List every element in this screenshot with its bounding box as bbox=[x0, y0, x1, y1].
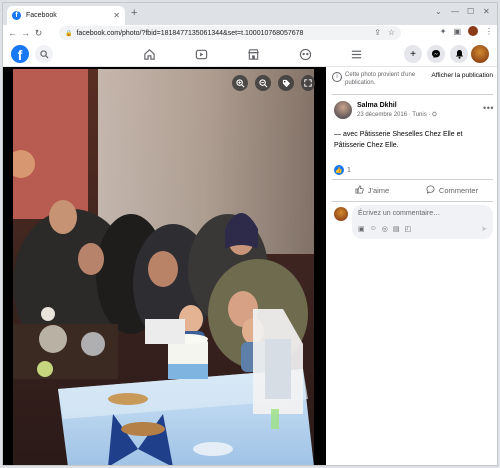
post-details-panel: i Cette photo provient d'une publication… bbox=[326, 67, 497, 465]
browser-tab[interactable]: f Facebook ✕ bbox=[7, 6, 125, 25]
show-post-link[interactable]: Afficher la publication bbox=[431, 72, 493, 79]
account-avatar[interactable] bbox=[471, 45, 489, 63]
post-author: Salma Dkhil 23 décembre 2016 · Tunis · ⛭… bbox=[334, 101, 494, 121]
author-name[interactable]: Salma Dkhil bbox=[357, 102, 397, 109]
divider bbox=[332, 94, 493, 95]
reactions-summary[interactable]: 👍 1 bbox=[334, 165, 351, 175]
photo-viewer bbox=[3, 67, 326, 465]
minimize-icon[interactable]: — bbox=[451, 7, 459, 16]
gif-icon[interactable]: ▤ bbox=[393, 225, 400, 233]
tab-strip: f Facebook ✕ + ⌄ — ☐ ✕ bbox=[3, 3, 497, 25]
fullscreen-icon[interactable] bbox=[301, 75, 315, 91]
notice-text: Cette photo provient d'une publication. bbox=[345, 72, 416, 86]
groups-icon[interactable] bbox=[298, 47, 312, 61]
like-reaction-icon: 👍 bbox=[334, 165, 344, 175]
comment-bubble-icon bbox=[426, 184, 435, 196]
audience-icon: ⛭ bbox=[432, 112, 437, 118]
browser-toolbar: ← → ↻ 🔒 facebook.com/photo/?fbid=1818477… bbox=[3, 25, 497, 41]
author-avatar[interactable] bbox=[334, 101, 352, 119]
marketplace-icon[interactable] bbox=[246, 47, 260, 61]
comment-composer: Écrivez un commentaire… ▣ ☺ ◎ ▤ ◰ ➤ bbox=[334, 205, 494, 239]
emoji-icon[interactable]: ☺ bbox=[370, 225, 377, 233]
zoom-in-icon[interactable] bbox=[232, 75, 248, 91]
like-button[interactable]: J'aime bbox=[332, 181, 412, 199]
info-icon: i bbox=[332, 72, 342, 82]
tab-title: Facebook bbox=[26, 12, 57, 19]
caption-suffix: . bbox=[396, 142, 399, 149]
facebook-favicon-icon: f bbox=[12, 11, 21, 20]
browser-menu-icon[interactable]: ⋮ bbox=[485, 27, 493, 36]
back-arrow-icon[interactable]: ← bbox=[6, 28, 19, 38]
browser-window: f Facebook ✕ + ⌄ — ☐ ✕ ← → ↻ 🔒 facebook.… bbox=[2, 2, 498, 466]
divider bbox=[332, 201, 493, 202]
divider bbox=[332, 179, 493, 180]
sticker-icon[interactable]: ◰ bbox=[405, 225, 412, 233]
current-user-avatar[interactable] bbox=[334, 207, 348, 221]
url-text: facebook.com/photo/?fbid=181847713506134… bbox=[76, 29, 304, 37]
like-count: 1 bbox=[347, 166, 351, 174]
camera-icon[interactable]: ◎ bbox=[382, 225, 388, 233]
zoom-out-icon[interactable] bbox=[255, 75, 271, 91]
notifications-bell-icon[interactable] bbox=[450, 45, 468, 63]
photo-image bbox=[13, 69, 314, 465]
comment-placeholder: Écrivez un commentaire… bbox=[358, 210, 441, 217]
search-icon[interactable] bbox=[35, 45, 53, 63]
comment-button[interactable]: Commenter bbox=[412, 181, 492, 199]
like-label: J'aime bbox=[367, 185, 390, 195]
close-tab-icon[interactable]: ✕ bbox=[113, 11, 120, 20]
caption-mid: et bbox=[454, 131, 463, 138]
maximize-icon[interactable]: ☐ bbox=[467, 7, 474, 16]
caption-prefix: — avec bbox=[334, 131, 360, 138]
tagged-page-1[interactable]: Pâtisserie Sheselles Chez Elle bbox=[360, 131, 455, 138]
menu-icon[interactable] bbox=[349, 47, 363, 61]
composer-tools: ▣ ☺ ◎ ▤ ◰ bbox=[358, 225, 411, 233]
messenger-icon[interactable] bbox=[427, 45, 445, 63]
thumbs-up-icon bbox=[355, 184, 364, 196]
lock-icon[interactable]: 🔒 bbox=[65, 30, 72, 37]
side-panel-icon[interactable]: ▣ bbox=[453, 27, 461, 36]
avatar-sticker-icon[interactable]: ▣ bbox=[358, 225, 365, 233]
address-bar[interactable]: 🔒 facebook.com/photo/?fbid=1818477135061… bbox=[59, 26, 401, 40]
chevron-down-icon[interactable]: ⌄ bbox=[435, 7, 442, 16]
home-icon[interactable] bbox=[142, 47, 156, 61]
post-meta: 23 décembre 2016 · Tunis · ⛭ bbox=[357, 112, 437, 119]
post-photo bbox=[13, 69, 314, 465]
share-icon[interactable]: ⇪ bbox=[374, 28, 381, 37]
post-actions: J'aime Commenter bbox=[332, 181, 492, 199]
photo-source-notice: i Cette photo provient d'une publication… bbox=[326, 71, 497, 91]
more-options-icon[interactable]: ••• bbox=[483, 103, 494, 113]
video-icon[interactable] bbox=[194, 47, 208, 61]
browser-toolbar-right: ✦ ▣ ⋮ bbox=[440, 26, 493, 36]
facebook-navbar: f + bbox=[3, 41, 497, 67]
tag-icon[interactable] bbox=[278, 75, 294, 91]
forward-arrow-icon[interactable]: → bbox=[19, 28, 32, 38]
comment-label: Commenter bbox=[438, 185, 479, 195]
reload-icon[interactable]: ↻ bbox=[32, 28, 45, 39]
create-plus-icon[interactable]: + bbox=[404, 45, 422, 63]
tagged-page-2[interactable]: Pâtisserie Chez Elle bbox=[334, 142, 397, 149]
extensions-puzzle-icon[interactable]: ✦ bbox=[440, 27, 447, 36]
bookmark-star-icon[interactable]: ☆ bbox=[388, 28, 395, 37]
close-window-icon[interactable]: ✕ bbox=[483, 7, 490, 16]
send-icon[interactable]: ➤ bbox=[481, 225, 487, 233]
facebook-logo-icon[interactable]: f bbox=[11, 45, 29, 63]
browser-profile-avatar[interactable] bbox=[468, 26, 478, 36]
new-tab-button[interactable]: + bbox=[131, 7, 137, 19]
post-date[interactable]: 23 décembre 2016 · Tunis · bbox=[357, 112, 430, 118]
post-caption: — avec Pâtisserie Sheselles Chez Elle et… bbox=[334, 129, 494, 151]
comment-input[interactable]: Écrivez un commentaire… ▣ ☺ ◎ ▤ ◰ ➤ bbox=[352, 205, 493, 239]
